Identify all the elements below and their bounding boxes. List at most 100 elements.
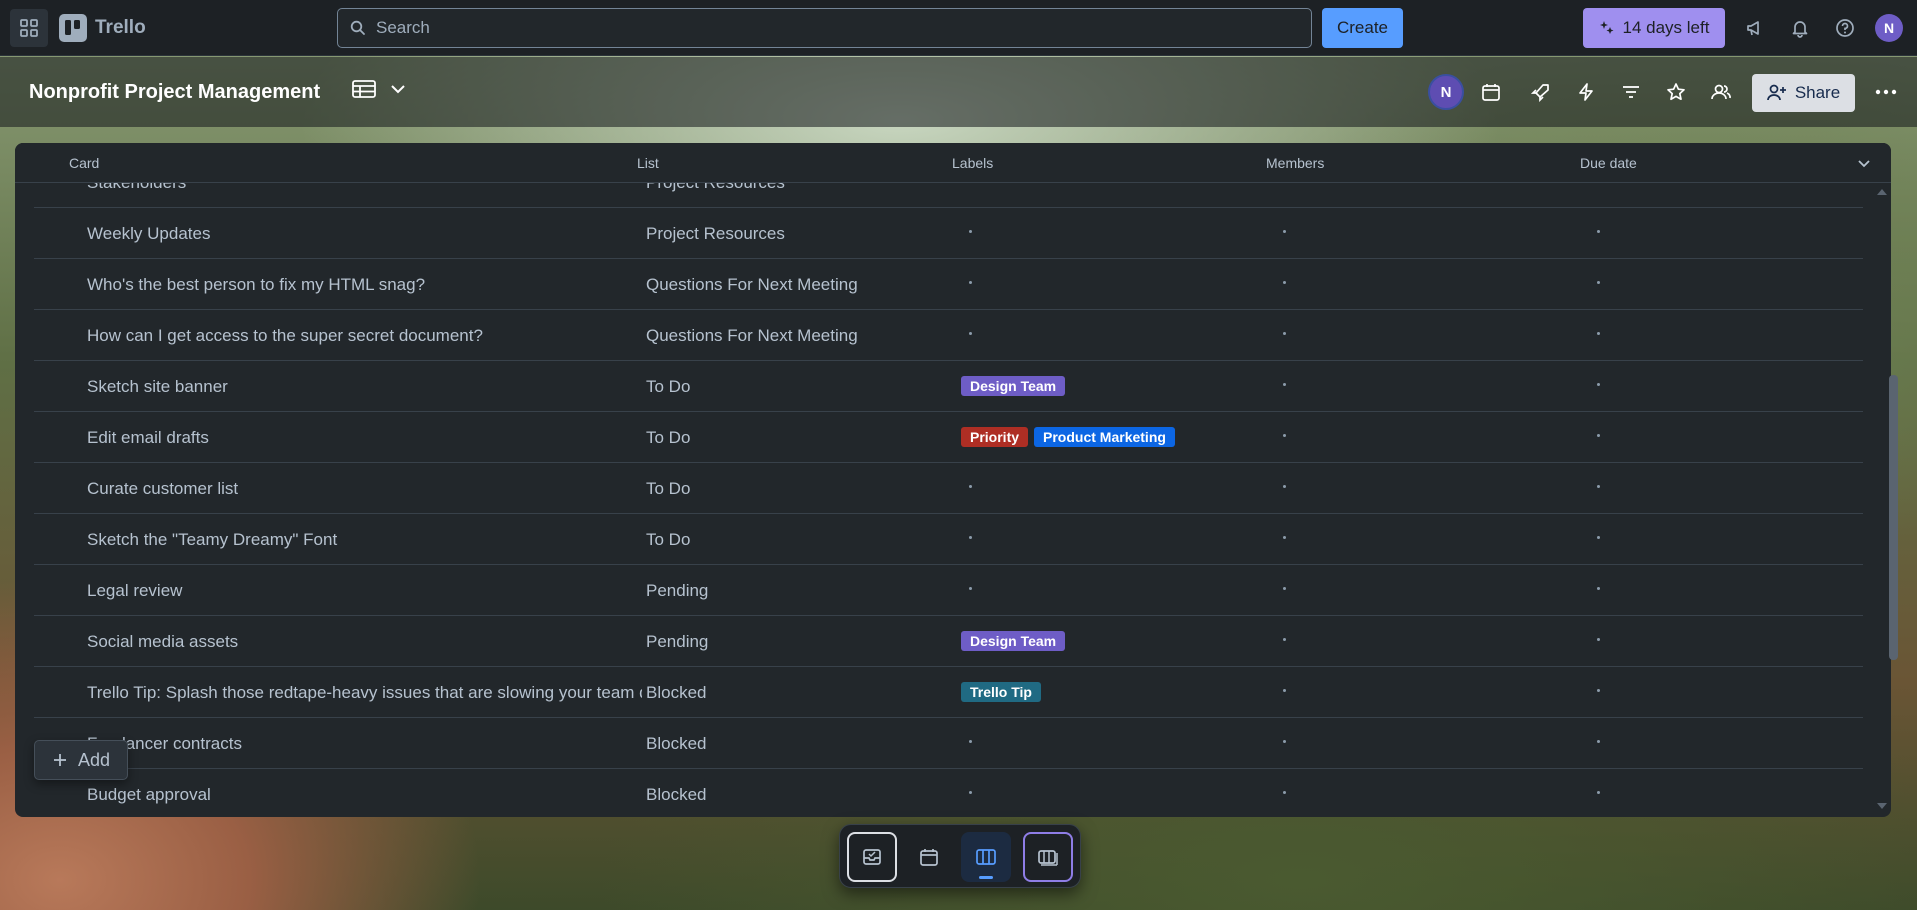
label-badge[interactable]: Design Team xyxy=(961,631,1066,651)
list-name-cell[interactable]: To Do xyxy=(646,428,946,448)
visibility-button[interactable] xyxy=(1704,75,1738,109)
empty-members-cell[interactable] xyxy=(1283,332,1286,335)
add-card-button[interactable]: Add xyxy=(34,740,128,780)
empty-due-date-cell[interactable] xyxy=(1597,434,1600,437)
list-name-cell[interactable]: To Do xyxy=(646,479,946,499)
switch-boards-button[interactable] xyxy=(1023,832,1073,882)
table-row[interactable]: Budget approval Blocked xyxy=(34,769,1863,817)
empty-due-date-cell[interactable] xyxy=(1597,383,1600,386)
table-row[interactable]: Sketch site banner To Do Design Team xyxy=(34,361,1863,412)
account-menu-button[interactable]: N xyxy=(1873,12,1905,44)
empty-labels-cell[interactable] xyxy=(969,740,972,743)
notifications-button[interactable] xyxy=(1784,12,1816,44)
share-button[interactable]: Share xyxy=(1752,74,1855,112)
empty-due-date-cell[interactable] xyxy=(1597,281,1600,284)
empty-members-cell[interactable] xyxy=(1283,230,1286,233)
card-name-cell[interactable]: Curate customer list xyxy=(87,479,642,499)
table-row[interactable]: Freelancer contracts Blocked xyxy=(34,718,1863,769)
table-row[interactable]: Stakeholders Project Resources xyxy=(34,183,1863,208)
board-menu-button[interactable] xyxy=(1869,75,1903,109)
list-name-cell[interactable]: Questions For Next Meeting xyxy=(646,326,946,346)
list-name-cell[interactable]: Project Resources xyxy=(646,224,946,244)
table-row[interactable]: Social media assets Pending Design Team xyxy=(34,616,1863,667)
list-name-cell[interactable]: Pending xyxy=(646,632,946,652)
app-switcher-button[interactable] xyxy=(10,9,48,47)
card-name-cell[interactable]: Legal review xyxy=(87,581,642,601)
create-button[interactable]: Create xyxy=(1322,8,1403,48)
empty-due-date-cell[interactable] xyxy=(1597,791,1600,794)
label-badge[interactable]: Priority xyxy=(961,427,1029,447)
card-name-cell[interactable]: Sketch site banner xyxy=(87,377,642,397)
labels-cell[interactable]: Trello Tip xyxy=(961,682,1041,702)
labels-cell[interactable]: Design Team xyxy=(961,631,1066,651)
empty-due-date-cell[interactable] xyxy=(1597,230,1600,233)
list-name-cell[interactable]: Project Resources xyxy=(646,183,946,193)
empty-members-cell[interactable] xyxy=(1283,434,1286,437)
list-name-cell[interactable]: To Do xyxy=(646,377,946,397)
power-ups-button[interactable] xyxy=(1524,75,1558,109)
empty-members-cell[interactable] xyxy=(1283,383,1286,386)
labels-cell[interactable]: Priority Product Marketing xyxy=(961,427,1175,447)
card-name-cell[interactable]: Edit email drafts xyxy=(87,428,642,448)
column-header-list[interactable]: List xyxy=(637,155,659,171)
table-scrollbar[interactable] xyxy=(1874,184,1890,814)
list-name-cell[interactable]: Pending xyxy=(646,581,946,601)
board-title[interactable]: Nonprofit Project Management xyxy=(29,81,320,104)
announcements-button[interactable] xyxy=(1739,12,1771,44)
table-row[interactable]: Sketch the "Teamy Dreamy" Font To Do xyxy=(34,514,1863,565)
list-name-cell[interactable]: Blocked xyxy=(646,734,946,754)
list-name-cell[interactable]: To Do xyxy=(646,530,946,550)
table-row[interactable]: Legal review Pending xyxy=(34,565,1863,616)
card-name-cell[interactable]: Stakeholders xyxy=(87,183,642,193)
empty-labels-cell[interactable] xyxy=(969,536,972,539)
empty-members-cell[interactable] xyxy=(1283,791,1286,794)
calendar-power-up-button[interactable] xyxy=(1474,75,1508,109)
card-name-cell[interactable]: Sketch the "Teamy Dreamy" Font xyxy=(87,530,642,550)
help-button[interactable] xyxy=(1829,12,1861,44)
empty-due-date-cell[interactable] xyxy=(1597,536,1600,539)
view-switcher[interactable] xyxy=(352,79,406,99)
filter-button[interactable] xyxy=(1614,75,1648,109)
empty-due-date-cell[interactable] xyxy=(1597,587,1600,590)
empty-members-cell[interactable] xyxy=(1283,281,1286,284)
empty-due-date-cell[interactable] xyxy=(1597,332,1600,335)
list-name-cell[interactable]: Blocked xyxy=(646,785,946,805)
label-badge[interactable]: Design Team xyxy=(961,376,1066,396)
trello-logo[interactable]: Trello xyxy=(59,14,146,42)
list-name-cell[interactable]: Blocked xyxy=(646,683,946,703)
list-name-cell[interactable]: Questions For Next Meeting xyxy=(646,275,946,295)
table-row[interactable]: Weekly Updates Project Resources xyxy=(34,208,1863,259)
empty-labels-cell[interactable] xyxy=(969,485,972,488)
card-name-cell[interactable]: How can I get access to the super secret… xyxy=(87,326,642,346)
automation-button[interactable] xyxy=(1569,75,1603,109)
column-header-due-date[interactable]: Due date xyxy=(1580,155,1637,171)
card-name-cell[interactable]: Freelancer contracts xyxy=(87,734,642,754)
card-name-cell[interactable]: Weekly Updates xyxy=(87,224,642,244)
empty-due-date-cell[interactable] xyxy=(1597,689,1600,692)
label-badge[interactable]: Trello Tip xyxy=(961,682,1041,702)
trial-days-left-button[interactable]: 14 days left xyxy=(1583,8,1725,48)
empty-labels-cell[interactable] xyxy=(969,230,972,233)
label-badge[interactable]: Product Marketing xyxy=(1034,427,1175,447)
empty-labels-cell[interactable] xyxy=(969,587,972,590)
board-member-avatar[interactable]: N xyxy=(1428,74,1464,110)
card-name-cell[interactable]: Social media assets xyxy=(87,632,642,652)
column-header-labels[interactable]: Labels xyxy=(952,155,993,171)
empty-members-cell[interactable] xyxy=(1283,740,1286,743)
search-input[interactable] xyxy=(376,18,1276,38)
table-row[interactable]: Edit email drafts To Do Priority Product Ma… xyxy=(34,412,1863,463)
star-board-button[interactable] xyxy=(1659,75,1693,109)
card-name-cell[interactable]: Budget approval xyxy=(87,785,642,805)
empty-members-cell[interactable] xyxy=(1283,485,1286,488)
empty-labels-cell[interactable] xyxy=(969,332,972,335)
card-name-cell[interactable]: Trello Tip: Splash those redtape-heavy i… xyxy=(87,683,642,703)
columns-chevron-down-icon[interactable] xyxy=(1857,159,1871,169)
labels-cell[interactable]: Design Team xyxy=(961,376,1066,396)
empty-due-date-cell[interactable] xyxy=(1597,638,1600,641)
planner-view-button[interactable] xyxy=(904,832,954,882)
inbox-view-button[interactable] xyxy=(847,832,897,882)
empty-members-cell[interactable] xyxy=(1283,587,1286,590)
column-header-card[interactable]: Card xyxy=(69,155,99,171)
empty-due-date-cell[interactable] xyxy=(1597,485,1600,488)
empty-labels-cell[interactable] xyxy=(969,791,972,794)
